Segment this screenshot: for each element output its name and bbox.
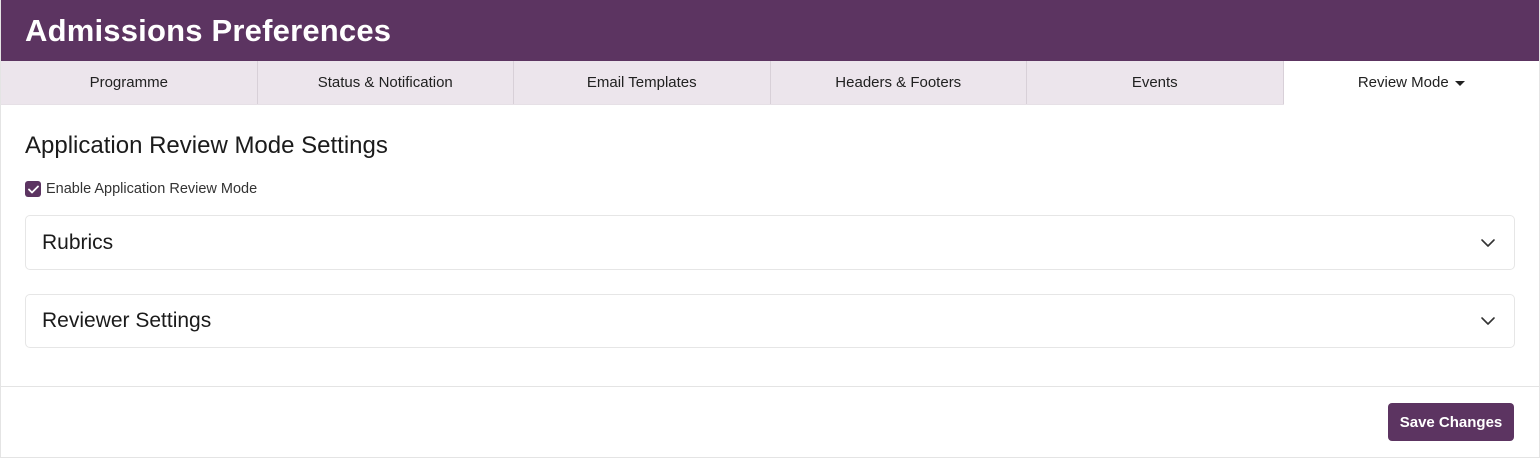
preferences-panel: Admissions Preferences Programme Status …: [0, 0, 1540, 458]
page-title: Admissions Preferences: [25, 12, 392, 48]
tab-label: Events: [1131, 74, 1178, 91]
chevron-down-icon: [1480, 238, 1496, 248]
tab-bar: Programme Status & Notification Email Te…: [1, 61, 1539, 105]
section-title: Application Review Mode Settings: [25, 132, 388, 159]
tab-label: Email Templates: [586, 74, 697, 91]
tab-programme[interactable]: Programme: [1, 61, 258, 104]
enable-review-mode-checkbox[interactable]: [25, 181, 41, 197]
tab-events[interactable]: Events: [1027, 61, 1284, 104]
caret-down-icon: [1454, 81, 1465, 86]
accordion-rubrics[interactable]: Rubrics: [25, 215, 1515, 270]
tab-label: Headers & Footers: [835, 74, 962, 91]
tab-label: Status & Notification: [317, 74, 453, 91]
enable-review-mode-row: Enable Application Review Mode: [25, 180, 1515, 198]
enable-review-mode-label[interactable]: Enable Application Review Mode: [46, 181, 257, 197]
checkmark-icon: [27, 185, 39, 193]
tab-headers-footers[interactable]: Headers & Footers: [771, 61, 1027, 104]
accordion-title: Reviewer Settings: [42, 309, 212, 332]
main-content: Application Review Mode Settings Enable …: [1, 131, 1539, 348]
footer-bar: Save Changes: [1, 386, 1539, 457]
tab-email-templates[interactable]: Email Templates: [514, 61, 771, 104]
accordion-title: Rubrics: [42, 230, 114, 254]
tab-label: Review Mode: [1357, 74, 1449, 91]
page-header: Admissions Preferences: [1, 0, 1539, 61]
tab-label: Programme: [89, 74, 168, 91]
save-changes-button[interactable]: Save Changes: [1388, 403, 1514, 441]
chevron-down-icon: [1480, 316, 1496, 326]
tab-review-mode[interactable]: Review Mode: [1283, 61, 1539, 105]
accordion-reviewer-settings[interactable]: Reviewer Settings: [25, 294, 1515, 348]
tab-status-notification[interactable]: Status & Notification: [258, 61, 514, 104]
